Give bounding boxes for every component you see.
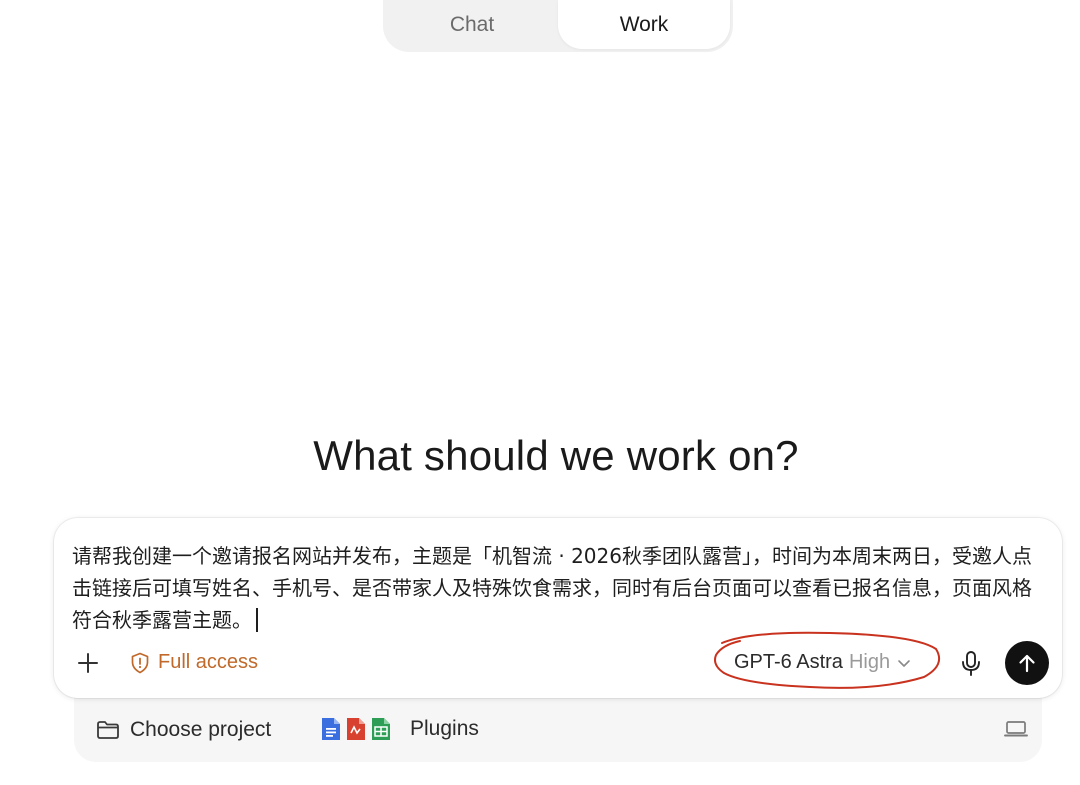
page-title: What should we work on? bbox=[313, 432, 799, 479]
prompt-input[interactable]: 请帮我创建一个邀请报名网站并发布，主题是「机智流 · 2026秋季团队露营」，时… bbox=[72, 540, 1047, 636]
full-access-label: Full access bbox=[158, 651, 259, 673]
add-attachment-button[interactable] bbox=[74, 649, 102, 677]
composer-toolbar: Full access GPT-6 Astra High bbox=[54, 631, 1062, 689]
choose-project-button[interactable]: Choose project bbox=[96, 718, 271, 742]
model-selector[interactable]: GPT-6 Astra High bbox=[734, 651, 912, 674]
arrow-up-icon bbox=[1019, 654, 1035, 673]
full-access-button[interactable]: Full access bbox=[130, 651, 258, 674]
send-button[interactable] bbox=[1005, 641, 1049, 685]
docs-icon bbox=[322, 718, 340, 740]
prompt-text: 请帮我创建一个邀请报名网站并发布，主题是「机智流 · 2026秋季团队露营」，时… bbox=[72, 544, 1032, 632]
tab-chat[interactable]: Chat bbox=[386, 0, 558, 49]
laptop-icon[interactable] bbox=[1004, 720, 1028, 738]
chevron-down-icon bbox=[898, 659, 910, 667]
plugin-icons bbox=[320, 716, 392, 742]
plugins-button[interactable]: Plugins bbox=[320, 716, 479, 742]
pdf-icon bbox=[347, 718, 365, 740]
folder-icon bbox=[97, 721, 119, 739]
composer[interactable]: 请帮我创建一个邀请报名网站并发布，主题是「机智流 · 2026秋季团队露营」，时… bbox=[54, 518, 1062, 698]
page: Chat Work What should we work on? Choose… bbox=[0, 0, 1080, 785]
text-caret bbox=[256, 608, 258, 632]
sheets-icon bbox=[372, 718, 390, 740]
model-name: GPT-6 Astra bbox=[734, 651, 843, 673]
tab-work[interactable]: Work bbox=[558, 0, 730, 49]
shield-alert-icon bbox=[131, 652, 149, 673]
project-bar: Choose project Plugins bbox=[74, 690, 1042, 762]
microphone-button[interactable] bbox=[959, 649, 983, 679]
choose-project-label: Choose project bbox=[130, 718, 272, 741]
plugins-label: Plugins bbox=[410, 717, 479, 740]
model-effort: High bbox=[848, 651, 891, 673]
mode-toggle: Chat Work bbox=[383, 0, 733, 52]
